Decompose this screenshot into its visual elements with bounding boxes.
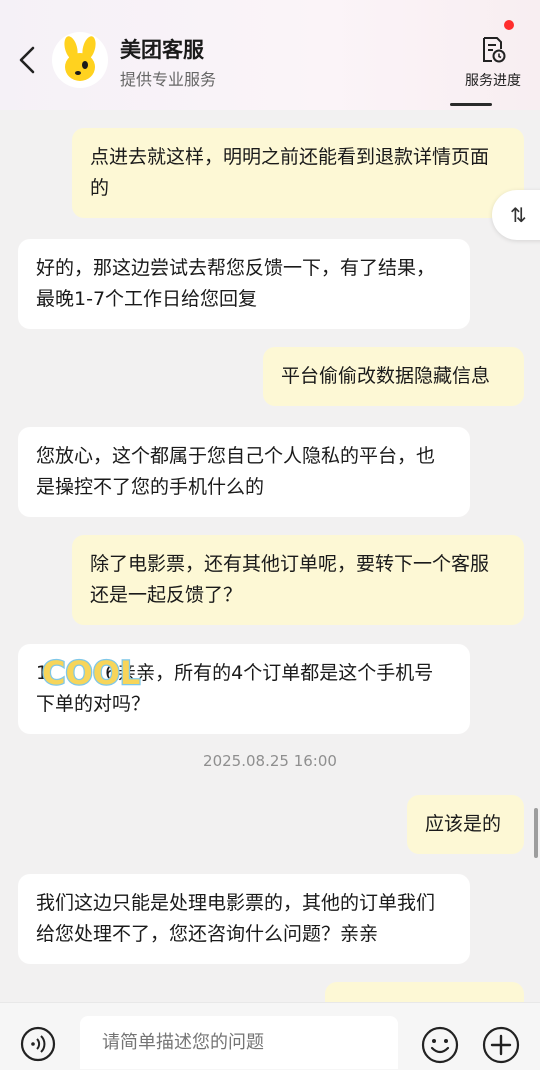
message-bubble-outgoing[interactable]: 点进去就这样，明明之前还能看到退款详情页面的 [72,128,524,218]
message-text: 好的，那这边尝试去帮您反馈一下，有了结果，最晚1-7个工作日给您回复 [36,257,436,310]
message-bubble-incoming[interactable]: 您放心，这个都属于您自己个人隐私的平台，也是操控不了您的手机什么的 [18,427,470,517]
message-text: 除了电影票，还有其他订单呢，要转下一个客服还是一起反馈了？ [90,553,490,606]
message-text: 您放心，这个都属于您自己个人隐私的平台，也是操控不了您的手机什么的 [36,445,436,498]
voice-icon[interactable] [20,1026,56,1062]
message-timestamp: 2025.08.25 16:00 [203,752,337,770]
page-subtitle: 提供专业服务 [120,70,217,89]
document-clock-icon [483,37,506,63]
plus-icon[interactable] [482,1026,520,1064]
message-text: 应该是的 [425,813,502,835]
message-bubble-incoming[interactable]: 好的，那这边尝试去帮您反馈一下，有了结果，最晚1-7个工作日给您回复 [18,239,470,329]
scrollbar[interactable] [534,808,538,858]
sort-toggle-button[interactable]: ⇅ [492,190,540,240]
page-title: 美团客服 [120,38,204,62]
message-text: 我们这边只能是处理电影票的，其他的订单我们给您处理不了，您还咨询什么问题？亲亲 [36,892,436,945]
back-button[interactable] [14,42,40,78]
message-text: 点进去就这样，明明之前还能看到退款详情页面的 [90,146,490,199]
service-progress-button[interactable]: 服务进度 [456,36,530,90]
chevron-left-icon [19,46,35,74]
mascot-icon [64,36,96,81]
avatar[interactable] [52,32,108,88]
message-bubble-outgoing[interactable]: 应该是的 [407,795,524,854]
message-input[interactable] [80,1016,398,1069]
smile-icon[interactable] [421,1026,459,1064]
swap-arrows-icon: ⇅ [510,203,527,227]
message-bubble-incoming[interactable]: 我们这边只能是处理电影票的，其他的订单我们给您处理不了，您还咨询什么问题？亲亲 [18,874,470,964]
message-bubble-outgoing[interactable]: 平台偷偷改数据隐藏信息 [263,347,524,406]
service-progress-label: 服务进度 [465,73,521,89]
cool-sticker-text: COOL [42,654,140,692]
message-text: 平台偷偷改数据隐藏信息 [281,365,491,387]
scroll-indicator [450,103,492,106]
notification-dot [504,20,514,30]
message-bubble-outgoing[interactable]: 除了电影票，还有其他订单呢，要转下一个客服还是一起反馈了？ [72,535,524,625]
cool-sticker: COOL [41,653,142,694]
